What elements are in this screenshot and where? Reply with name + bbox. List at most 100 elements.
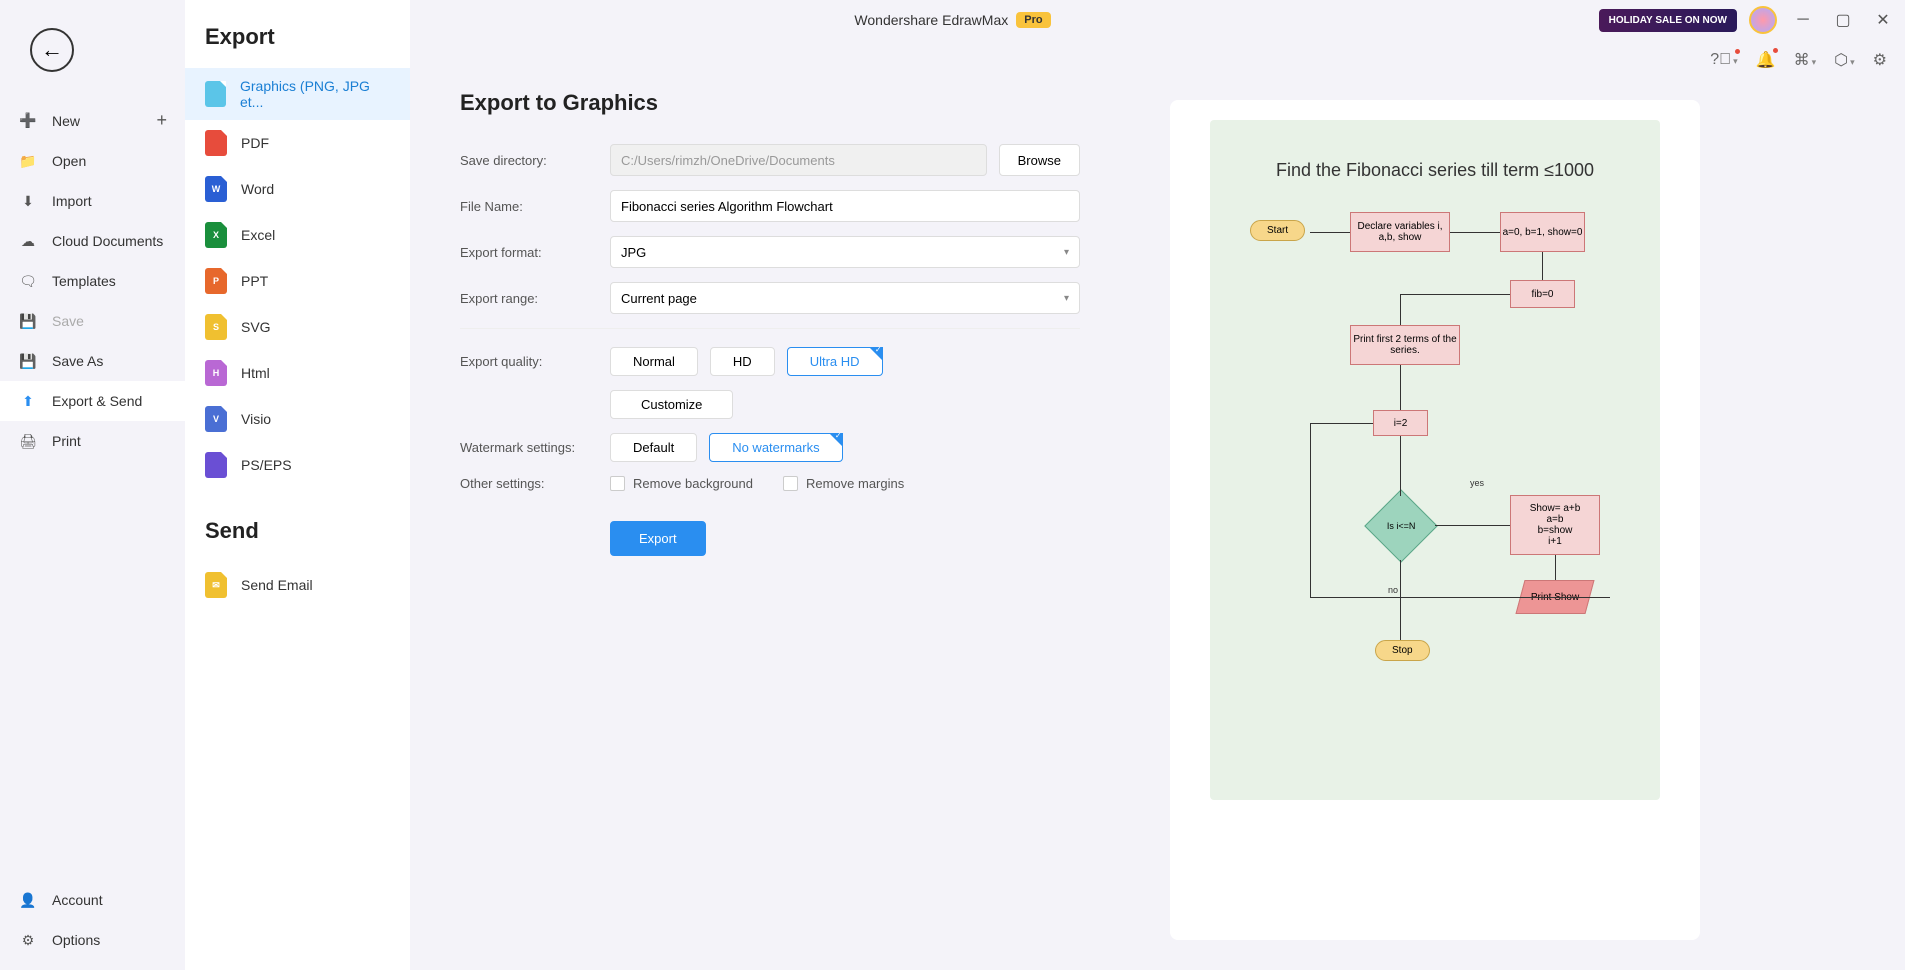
- other-label: Other settings:: [460, 476, 610, 491]
- ps-icon: [205, 452, 227, 478]
- template-icon: 🗨: [18, 271, 38, 291]
- node-fib0: fib=0: [1510, 280, 1575, 308]
- pdf-icon: [205, 130, 227, 156]
- connector: [1435, 525, 1510, 526]
- holiday-banner[interactable]: HOLIDAY SALE ON NOW: [1599, 9, 1737, 32]
- node-stop: Stop: [1375, 640, 1430, 661]
- format-pdf[interactable]: PDF: [185, 120, 410, 166]
- menu-saveas[interactable]: 💾Save As: [0, 341, 185, 381]
- export-form: Export to Graphics Save directory: Brows…: [460, 90, 1080, 570]
- menu-open[interactable]: 📁Open: [0, 141, 185, 181]
- chevron-down-icon: ▾: [1064, 247, 1069, 258]
- customize-button[interactable]: Customize: [610, 390, 733, 419]
- flowchart-preview: Find the Fibonacci series till term ≤100…: [1210, 120, 1660, 800]
- quality-hd[interactable]: HD: [710, 347, 775, 376]
- menu-import[interactable]: ⬇ Import: [0, 181, 185, 221]
- menu-options[interactable]: ⚙Options: [0, 920, 185, 960]
- format-label: SVG: [241, 319, 271, 335]
- chevron-down-icon: ▾: [1064, 293, 1069, 304]
- watermark-label: Watermark settings:: [460, 440, 610, 455]
- preview-pane: Find the Fibonacci series till term ≤100…: [1170, 100, 1700, 940]
- template-icon[interactable]: ⬡▾: [1834, 50, 1855, 70]
- range-select[interactable]: Current page ▾: [610, 282, 1080, 314]
- format-html[interactable]: HHtml: [185, 350, 410, 396]
- menu-label: Import: [52, 193, 92, 209]
- menu-templates[interactable]: 🗨Templates: [0, 261, 185, 301]
- connector: [1310, 423, 1373, 424]
- format-label: Send Email: [241, 577, 313, 593]
- cloud-icon: ☁: [18, 231, 38, 251]
- menu-label: Save: [52, 313, 84, 329]
- checkbox-remove-margins[interactable]: Remove margins: [783, 476, 904, 491]
- mail-icon: ✉: [205, 572, 227, 598]
- row-submit: Export: [460, 521, 1080, 556]
- format-svg[interactable]: SSVG: [185, 304, 410, 350]
- format-label: PDF: [241, 135, 269, 151]
- format-label: Graphics (PNG, JPG et...: [240, 78, 390, 110]
- help-icon[interactable]: ?⃝▾: [1710, 51, 1737, 69]
- select-value: Current page: [621, 291, 697, 306]
- node-start: Start: [1250, 220, 1305, 241]
- select-value: JPG: [621, 245, 646, 260]
- menu-label: Print: [52, 433, 81, 449]
- word-icon: W: [205, 176, 227, 202]
- avatar[interactable]: [1749, 6, 1777, 34]
- bell-icon[interactable]: 🔔: [1756, 50, 1776, 70]
- watermark-none[interactable]: No watermarks: [709, 433, 842, 462]
- format-select[interactable]: JPG ▾: [610, 236, 1080, 268]
- node-init: a=0, b=1, show=0: [1500, 212, 1585, 252]
- export-button[interactable]: Export: [610, 521, 706, 556]
- format-label: Html: [241, 365, 270, 381]
- file-name-input[interactable]: [610, 190, 1080, 222]
- gear-icon[interactable]: ⚙: [1873, 50, 1887, 70]
- watermark-default[interactable]: Default: [610, 433, 697, 462]
- menu-print[interactable]: 🖨Print: [0, 421, 185, 461]
- export-section-title: Export: [185, 24, 410, 68]
- grid-icon[interactable]: ⌘▾: [1794, 50, 1817, 70]
- close-button[interactable]: ✕: [1869, 6, 1897, 34]
- format-visio[interactable]: VVisio: [185, 396, 410, 442]
- menu-export-send[interactable]: ⬆Export & Send: [0, 381, 185, 421]
- row-customize: Customize: [460, 390, 1080, 419]
- edge-yes: yes: [1470, 478, 1484, 488]
- node-cond-text: Is i<=N: [1387, 521, 1416, 531]
- browse-button[interactable]: Browse: [999, 144, 1080, 176]
- connector: [1400, 365, 1401, 410]
- quality-normal[interactable]: Normal: [610, 347, 698, 376]
- menu-new[interactable]: ➕New+: [0, 100, 185, 141]
- back-button[interactable]: ←: [30, 28, 74, 72]
- format-excel[interactable]: XExcel: [185, 212, 410, 258]
- format-label: Export format:: [460, 245, 610, 260]
- save-dir-input: [610, 144, 987, 176]
- send-section-title: Send: [185, 518, 410, 562]
- menu-account[interactable]: 👤Account: [0, 880, 185, 920]
- quality-uhd[interactable]: Ultra HD: [787, 347, 883, 376]
- import-icon: ⬇: [18, 191, 38, 211]
- row-other: Other settings: Remove background Remove…: [460, 476, 1080, 491]
- format-word[interactable]: W Word: [185, 166, 410, 212]
- plus-icon[interactable]: +: [156, 110, 167, 131]
- format-label: Word: [241, 181, 274, 197]
- checkbox-remove-bg[interactable]: Remove background: [610, 476, 753, 491]
- format-ppt[interactable]: PPPT: [185, 258, 410, 304]
- edge-no: no: [1388, 585, 1398, 595]
- excel-icon: X: [205, 222, 227, 248]
- format-graphics[interactable]: Graphics (PNG, JPG et...: [185, 68, 410, 120]
- menu-label: Account: [52, 892, 103, 908]
- folder-icon: 📁: [18, 151, 38, 171]
- minimize-button[interactable]: ─: [1789, 6, 1817, 34]
- window-controls: HOLIDAY SALE ON NOW ─ ▢ ✕: [1599, 0, 1897, 40]
- row-save-dir: Save directory: Browse: [460, 144, 1080, 176]
- connector: [1400, 560, 1401, 640]
- send-email[interactable]: ✉ Send Email: [185, 562, 410, 608]
- maximize-button[interactable]: ▢: [1829, 6, 1857, 34]
- quality-label-text: Ultra HD: [810, 354, 860, 369]
- node-print2: Print first 2 terms of the series.: [1350, 325, 1460, 365]
- menu-label: Export & Send: [52, 393, 142, 409]
- connector: [1310, 232, 1350, 233]
- menu-cloud[interactable]: ☁Cloud Documents: [0, 221, 185, 261]
- format-pseps[interactable]: PS/EPS: [185, 442, 410, 488]
- file-name-label: File Name:: [460, 199, 610, 214]
- menu-label: New: [52, 113, 80, 129]
- cb-label: Remove margins: [806, 476, 904, 491]
